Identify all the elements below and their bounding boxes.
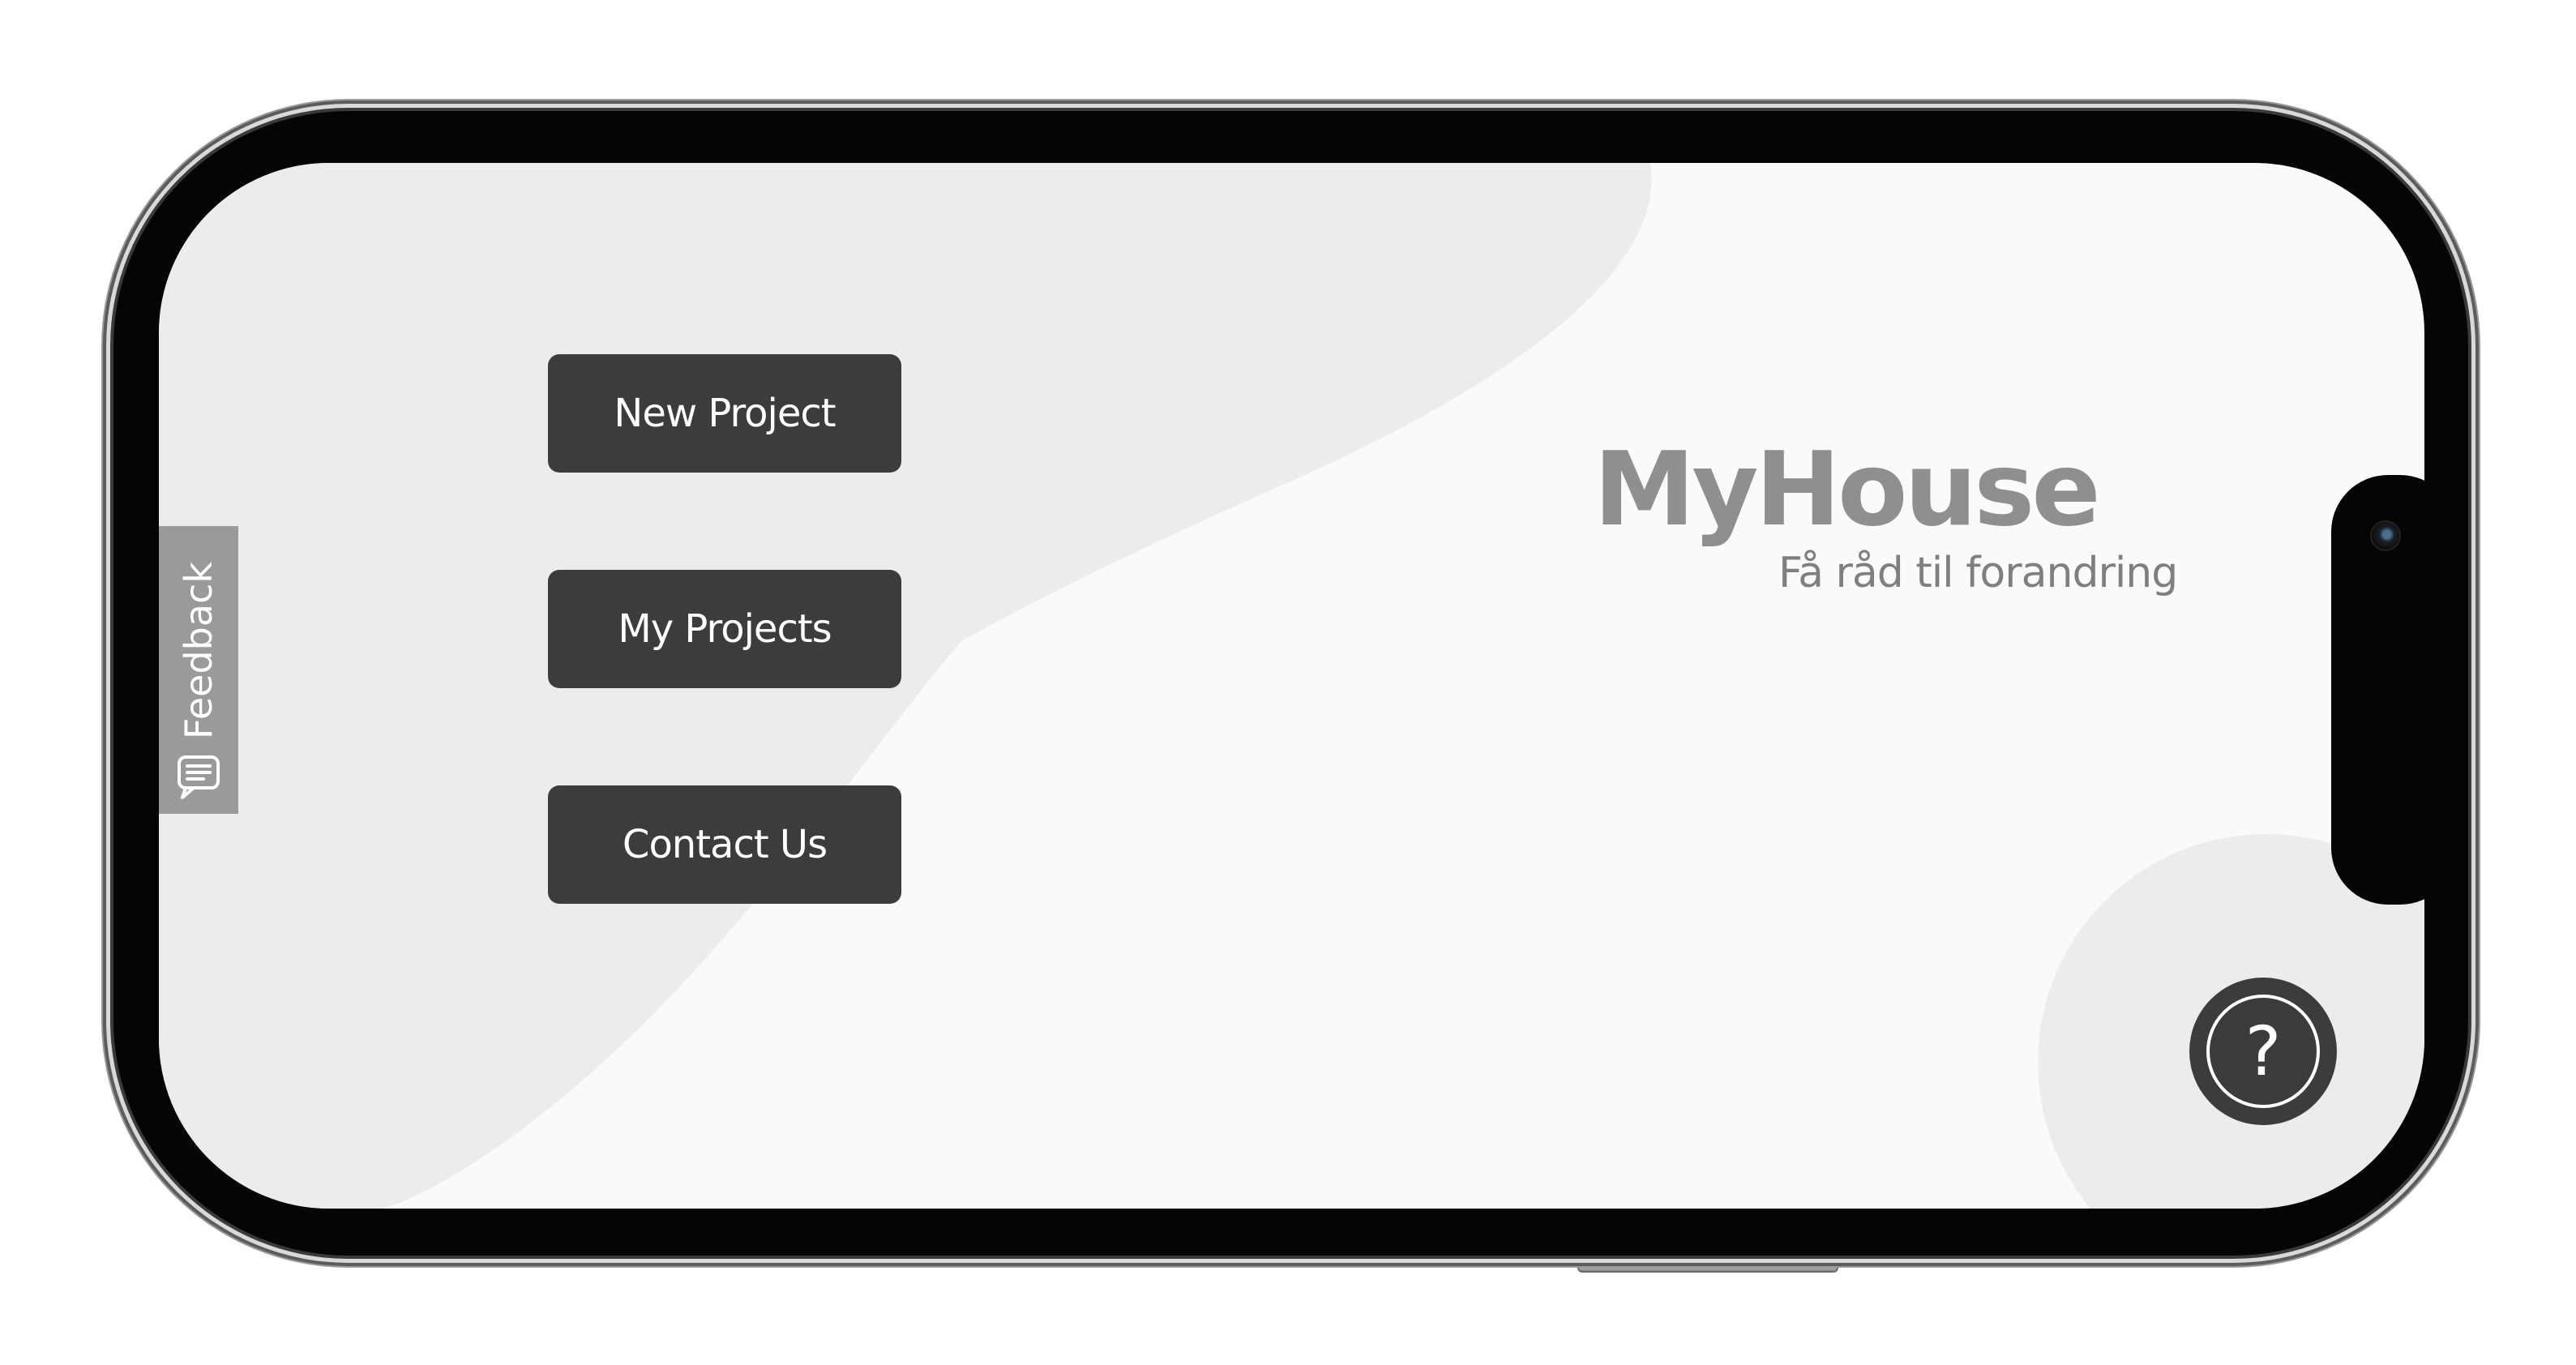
brand-tagline: Få råd til forandring	[1778, 549, 2178, 597]
camera-notch	[2331, 475, 2424, 905]
feedback-tab[interactable]: Feedback	[159, 526, 238, 814]
device-mockup: New Project My Projects Contact Us Feedb…	[0, 0, 2576, 1365]
question-mark-icon: ?	[2206, 995, 2320, 1108]
device-bottom-button	[1577, 1261, 1838, 1273]
my-projects-button[interactable]: My Projects	[548, 570, 901, 688]
app-screen: New Project My Projects Contact Us Feedb…	[159, 163, 2424, 1209]
new-project-button[interactable]: New Project	[548, 354, 901, 473]
contact-us-button[interactable]: Contact Us	[548, 785, 901, 904]
chat-bubble-icon	[178, 755, 220, 799]
help-button[interactable]: ?	[2189, 978, 2337, 1125]
feedback-label: Feedback	[177, 561, 220, 739]
camera-icon	[2370, 520, 2401, 551]
brand-title: MyHouse	[1594, 430, 2101, 549]
phone-frame: New Project My Projects Contact Us Feedb…	[113, 111, 2468, 1256]
background-shape	[159, 163, 2424, 1209]
